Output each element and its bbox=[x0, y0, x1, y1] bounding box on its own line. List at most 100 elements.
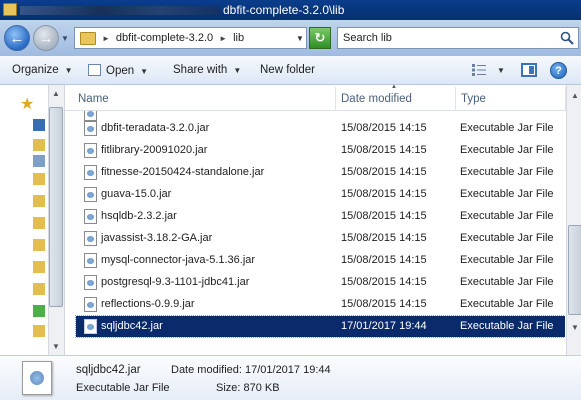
scroll-down-icon[interactable]: ▼ bbox=[52, 342, 60, 351]
command-bar: Organize ▼ Open ▼ Share with ▼ New folder ▼… bbox=[0, 56, 581, 85]
jar-file-icon bbox=[22, 361, 52, 395]
jar-file-icon bbox=[84, 297, 97, 312]
folder-icon[interactable] bbox=[33, 217, 45, 229]
jar-file-icon bbox=[84, 209, 97, 224]
chevron-right-icon[interactable]: ► bbox=[219, 34, 227, 43]
jar-file-icon bbox=[84, 165, 97, 180]
file-date: 15/08/2015 14:15 bbox=[341, 254, 427, 266]
file-type: Executable Jar File bbox=[460, 276, 554, 288]
file-list: Name Date modified Type ▲ dbfit-teradata… bbox=[64, 84, 581, 355]
column-header-name[interactable]: Name bbox=[65, 87, 336, 111]
organize-label: Organize bbox=[12, 64, 59, 76]
file-row[interactable]: mysql-connector-java-5.1.36.jar 15/08/20… bbox=[76, 250, 565, 271]
scroll-up-icon[interactable]: ▲ bbox=[52, 89, 60, 98]
folder-icon[interactable] bbox=[33, 139, 45, 151]
file-name: sqljdbc42.jar bbox=[101, 320, 163, 332]
file-date: 17/01/2017 19:44 bbox=[341, 320, 427, 332]
open-button[interactable]: Open ▼ bbox=[88, 64, 148, 77]
file-row[interactable]: hsqldb-2.3.2.jar 15/08/2015 14:15 Execut… bbox=[76, 206, 565, 227]
help-icon[interactable]: ? bbox=[550, 62, 567, 79]
breadcrumb-lib[interactable]: lib bbox=[233, 32, 244, 44]
view-dropdown[interactable]: ▼ bbox=[497, 66, 505, 75]
change-view-icon[interactable] bbox=[472, 64, 486, 76]
desktop-icon[interactable] bbox=[33, 119, 45, 131]
scrollbar-thumb[interactable] bbox=[568, 225, 581, 315]
file-date: 15/08/2015 14:15 bbox=[341, 210, 427, 222]
file-row[interactable]: postgresql-9.3-1101-jdbc41.jar 15/08/201… bbox=[76, 272, 565, 293]
recent-pages-dropdown[interactable]: ▼ bbox=[61, 34, 69, 43]
file-date: 15/08/2015 14:15 bbox=[341, 166, 427, 178]
file-name: mysql-connector-java-5.1.36.jar bbox=[101, 254, 256, 266]
forward-button[interactable]: → bbox=[33, 25, 59, 51]
chevron-down-icon: ▼ bbox=[64, 66, 73, 75]
sort-arrow-icon: ▲ bbox=[391, 84, 397, 90]
address-dropdown[interactable]: ▼ bbox=[296, 34, 304, 43]
file-name: dbfit-teradata-3.2.0.jar bbox=[101, 122, 210, 134]
window-title: dbfit-complete-3.2.0\lib bbox=[223, 3, 345, 17]
address-bar[interactable]: ► dbfit-complete-3.2.0 ► lib bbox=[74, 27, 307, 49]
refresh-button[interactable]: ↻ bbox=[309, 27, 331, 49]
details-date-modified: Date modified: 17/01/2017 19:44 bbox=[171, 364, 331, 376]
favorites-star-icon[interactable]: ★ bbox=[20, 94, 34, 114]
jar-file-icon bbox=[84, 319, 97, 334]
file-row[interactable]: fitnesse-20150424-standalone.jar 15/08/2… bbox=[76, 162, 565, 183]
file-rows: dbfit-teradata-3.2.0.jar 15/08/2015 14:1… bbox=[65, 111, 565, 343]
column-header-date[interactable]: Date modified bbox=[336, 87, 456, 111]
open-icon bbox=[88, 64, 101, 76]
file-name: javassist-3.18.2-GA.jar bbox=[101, 232, 213, 244]
folder-icon bbox=[80, 31, 96, 45]
preview-pane-icon[interactable] bbox=[521, 63, 537, 77]
file-date: 15/08/2015 14:15 bbox=[341, 298, 427, 310]
folder-icon[interactable] bbox=[33, 325, 45, 337]
library-icon[interactable] bbox=[33, 155, 45, 167]
navigation-pane: ★ ▲ ▼ bbox=[0, 85, 64, 355]
jar-file-icon bbox=[84, 121, 97, 136]
file-name: guava-15.0.jar bbox=[101, 188, 172, 200]
file-row-selected[interactable]: sqljdbc42.jar 17/01/2017 19:44 Executabl… bbox=[75, 315, 565, 338]
file-row[interactable]: fitlibrary-20091020.jar 15/08/2015 14:15… bbox=[76, 140, 565, 161]
back-button[interactable]: ← bbox=[4, 25, 30, 51]
nav-scrollbar-thumb[interactable] bbox=[49, 107, 63, 307]
file-name: reflections-0.9.9.jar bbox=[101, 298, 195, 310]
file-name: fitnesse-20150424-standalone.jar bbox=[101, 166, 265, 178]
jar-file-icon bbox=[84, 143, 97, 158]
file-type: Executable Jar File bbox=[460, 320, 554, 332]
jar-file-icon bbox=[84, 275, 97, 290]
chevron-down-icon: ▼ bbox=[233, 66, 242, 75]
folder-icon[interactable] bbox=[33, 283, 45, 295]
folder-icon[interactable] bbox=[33, 195, 45, 207]
chevron-right-icon[interactable]: ► bbox=[102, 34, 110, 43]
file-date: 15/08/2015 14:15 bbox=[341, 188, 427, 200]
search-input[interactable]: Search lib bbox=[337, 27, 579, 49]
vertical-scrollbar[interactable]: ▲ ▼ bbox=[566, 85, 581, 355]
open-label: Open bbox=[106, 65, 135, 77]
organize-button[interactable]: Organize ▼ bbox=[12, 64, 73, 76]
breadcrumb-dbfit[interactable]: dbfit-complete-3.2.0 bbox=[116, 32, 213, 44]
column-header-type[interactable]: Type bbox=[456, 87, 566, 111]
network-folder-icon[interactable] bbox=[33, 305, 45, 317]
file-date: 15/08/2015 14:15 bbox=[341, 144, 427, 156]
folder-icon bbox=[3, 3, 17, 16]
file-type: Executable Jar File bbox=[460, 254, 554, 266]
file-row[interactable]: javassist-3.18.2-GA.jar 15/08/2015 14:15… bbox=[76, 228, 565, 249]
file-row[interactable]: reflections-0.9.9.jar 15/08/2015 14:15 E… bbox=[76, 294, 565, 315]
scroll-up-icon[interactable]: ▲ bbox=[571, 91, 579, 100]
file-name: fitlibrary-20091020.jar bbox=[101, 144, 208, 156]
search-placeholder: Search lib bbox=[343, 32, 392, 44]
redacted-path bbox=[20, 6, 220, 15]
scroll-down-icon[interactable]: ▼ bbox=[571, 323, 579, 332]
file-type: Executable Jar File bbox=[460, 122, 554, 134]
file-type: Executable Jar File bbox=[460, 188, 554, 200]
file-row[interactable]: dbfit-teradata-3.2.0.jar 15/08/2015 14:1… bbox=[76, 118, 565, 139]
jar-file-icon bbox=[84, 253, 97, 268]
share-with-button[interactable]: Share with ▼ bbox=[173, 64, 241, 76]
new-folder-button[interactable]: New folder bbox=[260, 64, 315, 76]
file-date: 15/08/2015 14:15 bbox=[341, 276, 427, 288]
file-type: Executable Jar File bbox=[460, 298, 554, 310]
details-file-name: sqljdbc42.jar bbox=[76, 364, 141, 376]
folder-icon[interactable] bbox=[33, 239, 45, 251]
folder-icon[interactable] bbox=[33, 173, 45, 185]
folder-icon[interactable] bbox=[33, 261, 45, 273]
file-row[interactable]: guava-15.0.jar 15/08/2015 14:15 Executab… bbox=[76, 184, 565, 205]
search-icon[interactable] bbox=[560, 31, 574, 45]
